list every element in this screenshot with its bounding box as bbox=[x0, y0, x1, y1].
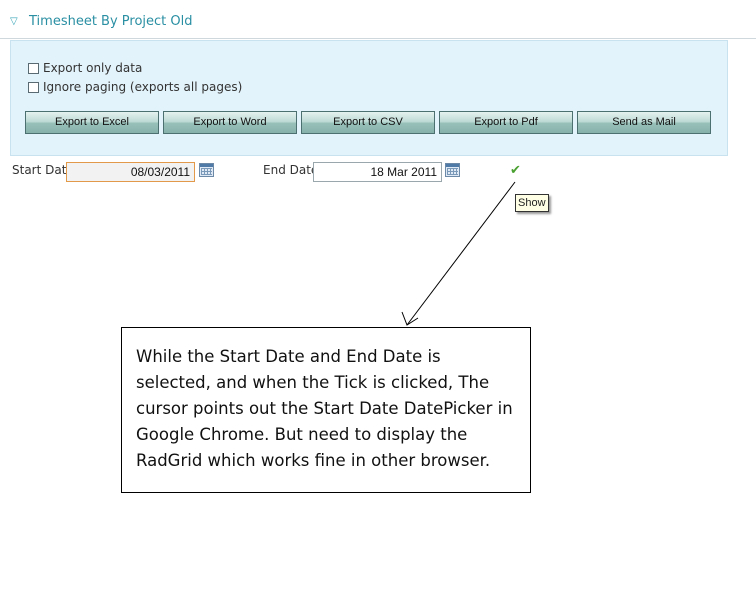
annotation-arrow bbox=[401, 181, 516, 326]
annotation-note: While the Start Date and End Date is sel… bbox=[121, 327, 531, 493]
